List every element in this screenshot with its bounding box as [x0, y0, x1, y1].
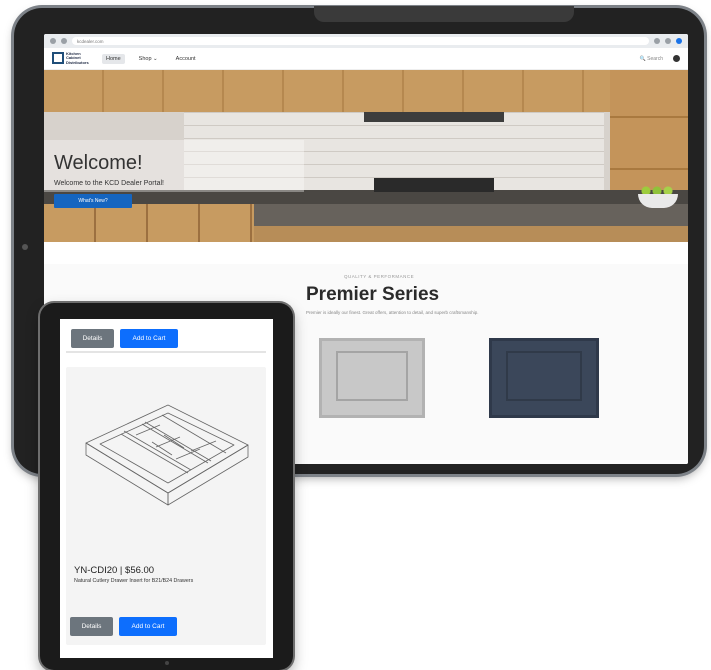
url-text: kcdealer.com	[77, 38, 104, 44]
nav-account[interactable]: Account	[172, 54, 200, 64]
nav-home[interactable]: Home	[102, 53, 125, 64]
previous-product-card: Details Add to Cart	[66, 319, 266, 353]
upper-cabinets-image	[44, 70, 688, 112]
countertop-image	[44, 190, 688, 204]
details-button[interactable]: Details	[70, 617, 113, 636]
browser-toolbar: kcdealer.com	[44, 34, 688, 48]
address-bar[interactable]: kcdealer.com	[72, 37, 649, 45]
user-icon[interactable]	[673, 55, 680, 62]
site-logo[interactable]: Kitchen Cabinet Distributors	[52, 52, 92, 65]
search-field[interactable]: 🔍 Search	[640, 56, 663, 62]
product-sku-price: YN-CDI20 | $56.00	[74, 565, 155, 576]
mockup-stage: kcdealer.com Kitchen Cabinet Distributor…	[0, 0, 711, 670]
site-navbar: Kitchen Cabinet Distributors Home Shop ⌄…	[44, 48, 688, 70]
nav-shop[interactable]: Shop ⌄	[135, 54, 162, 64]
section-title: Premier Series	[306, 284, 440, 305]
bookmark-icon[interactable]	[665, 38, 671, 44]
hero-subtitle: Welcome to the KCD Dealer Portal!	[54, 180, 164, 187]
whats-new-button[interactable]: What's New?	[54, 194, 132, 208]
hero-title: Welcome!	[54, 152, 143, 174]
lower-cabinets-image	[44, 204, 254, 242]
door-panel	[336, 351, 408, 401]
range-image	[374, 178, 494, 192]
navy-door-sample[interactable]	[489, 338, 599, 418]
small-screen: Details Add to Cart YN-CDI20 | $56.00 Na…	[60, 319, 273, 658]
door-panel	[506, 351, 582, 401]
search-placeholder: Search	[647, 55, 663, 62]
island-image	[254, 204, 688, 226]
details-button[interactable]: Details	[71, 329, 114, 348]
hero-banner: Welcome! Welcome to the KCD Dealer Porta…	[44, 70, 688, 242]
product-card: YN-CDI20 | $56.00 Natural Cutlery Drawer…	[66, 367, 266, 645]
home-indicator	[165, 661, 169, 665]
drawer-insert-icon	[76, 381, 256, 531]
profile-icon[interactable]	[676, 38, 682, 44]
grey-door-sample[interactable]	[319, 338, 425, 418]
logo-mark-icon	[52, 52, 64, 65]
reload-icon[interactable]	[61, 38, 67, 44]
camera-icon	[22, 244, 28, 250]
section-eyebrow: QUALITY & PERFORMANCE	[344, 274, 415, 279]
logo-text: Kitchen Cabinet Distributors	[66, 51, 89, 65]
range-hood-image	[364, 112, 504, 122]
back-icon[interactable]	[50, 38, 56, 44]
drawer-insert-drawing	[85, 404, 249, 506]
device-top-bezel	[314, 6, 574, 22]
nav-right: 🔍 Search	[640, 55, 680, 62]
small-tablet-device: Details Add to Cart YN-CDI20 | $56.00 Na…	[40, 303, 293, 670]
section-description: Premier is ideally our finest. Great off…	[306, 310, 479, 315]
add-to-cart-button[interactable]: Add to Cart	[119, 617, 177, 636]
product-name: Natural Cutlery Drawer Insert for B21/B2…	[74, 578, 194, 584]
extension-icon[interactable]	[654, 38, 660, 44]
add-to-cart-button[interactable]: Add to Cart	[120, 329, 178, 348]
